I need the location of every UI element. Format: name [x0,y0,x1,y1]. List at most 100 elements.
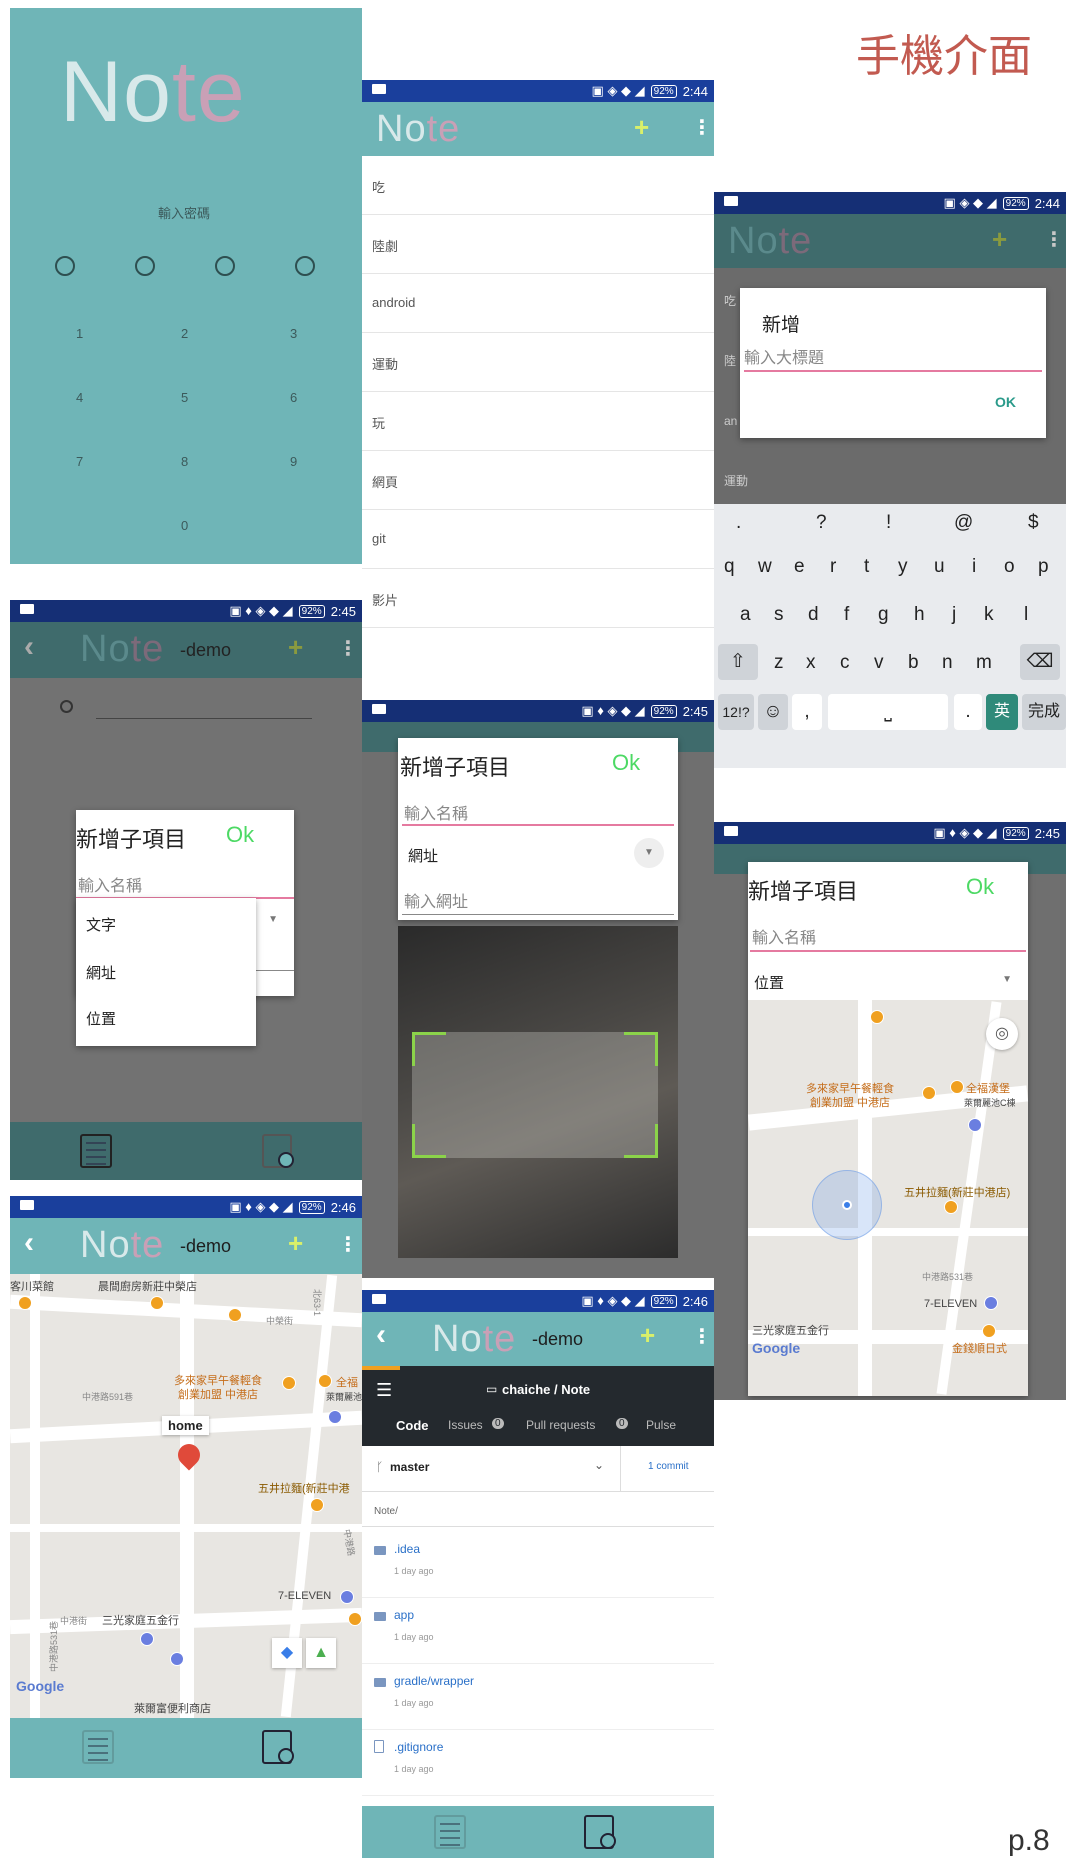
add-icon[interactable]: + [640,1320,655,1351]
done-key[interactable]: 完成 [1022,694,1066,730]
file-row[interactable]: app 1 day ago [362,1598,714,1664]
name-input[interactable]: 輸入名稱 [404,800,468,824]
key-r[interactable]: r [830,556,836,578]
list-item[interactable]: 玩 [362,392,714,451]
ok-button[interactable]: Ok [612,750,640,776]
key-6[interactable]: 6 [290,390,297,405]
key-c[interactable]: c [840,652,850,674]
key-f[interactable]: f [844,604,849,626]
chevron-down-icon[interactable]: ⌄ [594,1458,604,1472]
key-d[interactable]: d [808,604,819,626]
type-select[interactable]: 網址 [408,845,438,866]
language-key[interactable]: 英 [986,694,1018,730]
key-8[interactable]: 8 [181,454,188,469]
list-item[interactable]: android [362,274,714,333]
type-option-url[interactable]: 網址 [86,962,116,983]
commits-link[interactable]: 1 commit [648,1461,689,1472]
add-icon[interactable]: + [992,224,1007,255]
key-m[interactable]: m [976,652,992,674]
map-view[interactable]: 客川菜館 晨間廚房新莊中榮店 中榮街 北63-1 多來家早午餐輕食 創業加盟 中… [10,1274,362,1718]
shift-key[interactable]: ⇧ [718,644,758,680]
overflow-menu-icon[interactable]: ⋮ [338,636,358,661]
list-item[interactable]: 影片 [362,569,714,628]
backspace-key[interactable]: ⌫ [1020,644,1060,680]
file-name[interactable]: .idea [394,1542,420,1556]
emoji-key[interactable]: ☺ [758,694,788,730]
key-s[interactable]: s [774,604,784,626]
key-l[interactable]: l [1024,604,1028,626]
key-x[interactable]: x [806,652,816,674]
back-icon[interactable]: ‹ [376,1318,386,1352]
url-input[interactable]: 輸入網址 [404,888,468,912]
scan-icon[interactable] [262,1730,294,1764]
list-item[interactable]: git [362,510,714,569]
list-icon[interactable] [434,1815,466,1849]
key-n[interactable]: n [942,652,953,674]
space-key[interactable]: ⎵ [828,694,948,730]
key-at[interactable]: @ [954,512,973,534]
key-e[interactable]: e [794,556,805,578]
file-row[interactable]: .gitignore 1 day ago [362,1730,714,1796]
key-0[interactable]: 0 [181,518,188,533]
home-marker-icon[interactable] [173,1439,205,1471]
list-item[interactable]: 吃 [362,156,714,215]
comma-key[interactable]: , [792,694,822,730]
list-icon[interactable] [82,1730,114,1764]
key-k[interactable]: k [984,604,994,626]
dropdown-arrow-icon[interactable]: ▼ [634,838,664,868]
title-input[interactable]: 輸入大標題 [744,344,824,368]
list-icon[interactable] [80,1134,112,1168]
key-u[interactable]: u [934,556,945,578]
key-z[interactable]: z [774,652,784,674]
list-item[interactable]: 運動 [362,333,714,392]
key-2[interactable]: 2 [181,326,188,341]
period-key[interactable]: . [954,694,982,730]
my-location-button[interactable]: ◎ [986,1018,1018,1050]
back-icon[interactable]: ‹ [24,1226,34,1260]
dropdown-arrow-icon[interactable]: ▼ [1002,974,1012,985]
file-name[interactable]: gradle/wrapper [394,1674,474,1688]
add-icon[interactable]: + [288,1228,303,1259]
overflow-menu-icon[interactable]: ⋮ [338,1232,358,1257]
type-select[interactable]: 位置 [754,972,784,993]
key-question[interactable]: ? [816,512,827,534]
location-map[interactable]: ◎ 多來家早午餐輕食 創業加盟 中港店 全福漢堡 萊爾麗池C棟 五井拉麵(新莊中… [747,1000,1029,1396]
key-exclaim[interactable]: ! [886,512,891,534]
key-period[interactable]: . [736,512,741,534]
dropdown-arrow-icon[interactable]: ▼ [268,914,278,925]
tab-pull-requests[interactable]: Pull requests [526,1418,595,1432]
type-option-text[interactable]: 文字 [86,914,116,935]
ok-button[interactable]: Ok [226,822,254,848]
list-item[interactable]: 陸劇 [362,215,714,274]
search-icon[interactable] [60,700,73,713]
ok-button[interactable]: OK [995,394,1016,410]
key-o[interactable]: o [1004,556,1015,578]
ok-button[interactable]: Ok [966,874,994,900]
overflow-menu-icon[interactable]: ⋮ [692,1324,712,1349]
key-y[interactable]: y [898,556,908,578]
file-name[interactable]: app [394,1608,414,1622]
key-7[interactable]: 7 [76,454,83,469]
key-v[interactable]: v [874,652,884,674]
key-i[interactable]: i [972,556,976,578]
key-p[interactable]: p [1038,556,1049,578]
key-3[interactable]: 3 [290,326,297,341]
back-icon[interactable]: ‹ [24,630,34,664]
overflow-menu-icon[interactable]: ⋮ [1044,227,1064,252]
overflow-menu-icon[interactable]: ⋮ [692,115,712,140]
search-input[interactable] [96,718,312,719]
key-t[interactable]: t [864,556,869,578]
maps-app-button[interactable]: ▲ [306,1638,336,1668]
scan-icon[interactable] [584,1815,616,1849]
tab-code[interactable]: Code [396,1418,429,1433]
key-j[interactable]: j [952,604,956,626]
branch-select[interactable]: master [390,1460,429,1474]
scan-icon[interactable] [262,1134,294,1168]
key-5[interactable]: 5 [181,390,188,405]
key-q[interactable]: q [724,556,735,578]
name-input[interactable]: 輸入名稱 [752,924,816,948]
file-row[interactable]: gradle/wrapper 1 day ago [362,1664,714,1730]
hamburger-menu-icon[interactable]: ☰ [376,1380,392,1401]
symbols-key[interactable]: 12!? [718,694,754,730]
type-option-location[interactable]: 位置 [86,1008,116,1029]
